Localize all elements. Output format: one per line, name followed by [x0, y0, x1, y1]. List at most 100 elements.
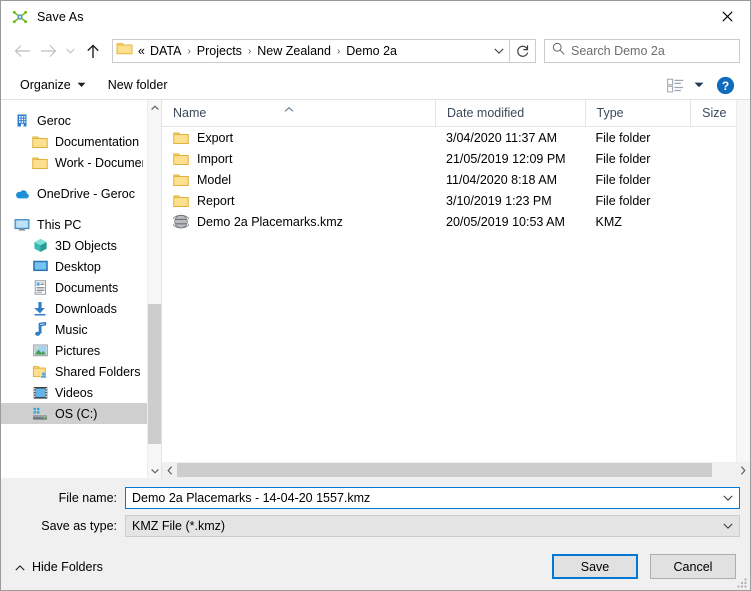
view-options-caret-icon[interactable] — [688, 72, 710, 98]
save-button[interactable]: Save — [552, 554, 638, 579]
folder-icon — [173, 130, 189, 146]
chevron-down-icon[interactable] — [717, 488, 739, 508]
sidebar-item-os-c[interactable]: OS (C:) — [1, 403, 147, 424]
sidebar-item-label: Pictures — [55, 343, 101, 358]
file-name-label: Import — [197, 151, 233, 166]
sidebar-scrollbar[interactable] — [147, 100, 161, 478]
sidebar-item-downloads[interactable]: Downloads — [1, 298, 147, 319]
onedrive-icon — [14, 186, 30, 202]
column-header-name[interactable]: Name — [162, 100, 435, 126]
column-header-type[interactable]: Type — [584, 100, 691, 126]
file-name-label: Report — [197, 193, 235, 208]
scroll-up-icon[interactable] — [148, 100, 161, 115]
hide-folders-button[interactable]: Hide Folders — [15, 560, 103, 574]
google-earth-icon — [12, 9, 28, 25]
sidebar-item-label: This PC — [37, 217, 82, 232]
sidebar-item-label: 3D Objects — [55, 238, 117, 253]
file-name-combobox[interactable] — [125, 487, 740, 509]
downloads-icon — [32, 301, 48, 317]
table-row[interactable]: Demo 2a Placemarks.kmz 20/05/2019 10:53 … — [162, 211, 750, 232]
this-pc-icon — [14, 217, 30, 233]
pictures-icon — [32, 343, 48, 359]
scroll-left-icon[interactable] — [162, 462, 177, 478]
new-folder-button[interactable]: New folder — [101, 74, 175, 96]
view-layout-icon[interactable] — [662, 72, 688, 98]
sidebar-item-videos[interactable]: Videos — [1, 382, 147, 403]
resize-grip[interactable] — [736, 576, 748, 588]
file-rows: Export 3/04/2020 11:37 AM File folder Im… — [162, 127, 750, 232]
breadcrumb-overflow[interactable]: « — [135, 42, 146, 60]
sidebar-item-this-pc[interactable]: This PC — [1, 214, 147, 235]
scroll-right-icon[interactable] — [735, 462, 750, 478]
back-button[interactable] — [9, 38, 35, 64]
recent-locations-button[interactable] — [61, 38, 80, 64]
content-area: Geroc Documentation Work - Docume OneDri… — [1, 100, 750, 478]
shared-folder-icon — [32, 364, 48, 380]
address-bar[interactable]: « DATA › Projects › New Zealand › Demo 2… — [112, 39, 510, 63]
type-cell: File folder — [595, 130, 651, 145]
view-controls: ? — [662, 70, 740, 100]
save-button-label: Save — [580, 559, 610, 574]
sidebar-item-label: Documentation — [55, 134, 140, 149]
sidebar-item-label: Documents — [55, 280, 119, 295]
table-row[interactable]: Report 3/10/2019 1:23 PM File folder — [162, 190, 750, 211]
sidebar-item-shared-folders[interactable]: Shared Folders — [1, 361, 147, 382]
sidebar-scrollbar-thumb[interactable] — [148, 304, 161, 444]
svg-text:?: ? — [721, 79, 728, 93]
column-header-label: Date modified — [447, 106, 525, 120]
horizontal-scrollbar-thumb[interactable] — [177, 463, 712, 477]
file-list-pane: Name Date modified Type Size Export 3/04… — [161, 100, 750, 478]
sidebar-item-onedrive[interactable]: OneDrive - Geroc — [1, 183, 147, 204]
sidebar-item-label: Music — [55, 322, 88, 337]
breadcrumb-separator-icon[interactable]: › — [335, 46, 342, 57]
breadcrumb-separator-icon[interactable]: › — [246, 46, 253, 57]
file-name-input[interactable] — [126, 491, 717, 505]
breadcrumb-separator-icon[interactable]: › — [185, 46, 192, 57]
search-input[interactable] — [571, 44, 739, 58]
breadcrumb-item-data[interactable]: DATA — [146, 42, 185, 60]
sidebar-item-label: Videos — [55, 385, 93, 400]
sidebar-item-documents[interactable]: Documents — [1, 277, 147, 298]
breadcrumb-item-new-zealand[interactable]: New Zealand — [253, 42, 335, 60]
table-row[interactable]: Export 3/04/2020 11:37 AM File folder — [162, 127, 750, 148]
scroll-down-icon[interactable] — [148, 463, 161, 478]
table-row[interactable]: Model 11/04/2020 8:18 AM File folder — [162, 169, 750, 190]
column-header-row: Name Date modified Type Size — [162, 100, 750, 127]
sidebar-item-label: Desktop — [55, 259, 101, 274]
title-bar: Save As — [1, 1, 750, 32]
search-box[interactable] — [544, 39, 740, 63]
folder-icon — [116, 41, 133, 61]
sidebar-item-work-documents[interactable]: Work - Documents — [1, 152, 147, 173]
chevron-down-icon[interactable] — [488, 40, 509, 62]
forward-button[interactable] — [35, 38, 61, 64]
sidebar-item-pictures[interactable]: Pictures — [1, 340, 147, 361]
file-list-horizontal-scrollbar[interactable] — [162, 462, 750, 478]
column-header-label: Size — [702, 106, 727, 120]
sidebar-item-desktop[interactable]: Desktop — [1, 256, 147, 277]
sidebar-group-separator — [1, 173, 147, 183]
up-button[interactable] — [80, 38, 106, 64]
file-list-vertical-scrollbar[interactable] — [736, 100, 750, 462]
save-as-type-combobox[interactable]: KMZ File (*.kmz) — [125, 515, 740, 537]
horizontal-scrollbar-track[interactable] — [177, 462, 735, 478]
column-header-date-modified[interactable]: Date modified — [435, 100, 584, 126]
file-name-cell: Import — [162, 151, 435, 167]
sidebar-item-music[interactable]: Music — [1, 319, 147, 340]
folder-icon — [173, 193, 189, 209]
chevron-down-icon[interactable] — [717, 516, 739, 536]
sidebar-item-3d-objects[interactable]: 3D Objects — [1, 235, 147, 256]
breadcrumb-item-demo-2a[interactable]: Demo 2a — [342, 42, 401, 60]
close-button[interactable] — [704, 1, 750, 32]
breadcrumb-item-projects[interactable]: Projects — [193, 42, 246, 60]
help-icon[interactable]: ? — [710, 72, 740, 98]
cancel-button[interactable]: Cancel — [650, 554, 736, 579]
table-row[interactable]: Import 21/05/2019 12:09 PM File folder — [162, 148, 750, 169]
organize-label: Organize — [20, 77, 71, 92]
file-name-cell: Export — [162, 130, 435, 146]
organize-button[interactable]: Organize — [13, 74, 93, 96]
navigation-pane: Geroc Documentation Work - Docume OneDri… — [1, 100, 161, 478]
refresh-button[interactable] — [510, 39, 536, 63]
file-name-cell: Demo 2a Placemarks.kmz — [162, 214, 435, 230]
sidebar-item-documentation[interactable]: Documentation — [1, 131, 147, 152]
sidebar-item-geroc[interactable]: Geroc — [1, 110, 147, 131]
